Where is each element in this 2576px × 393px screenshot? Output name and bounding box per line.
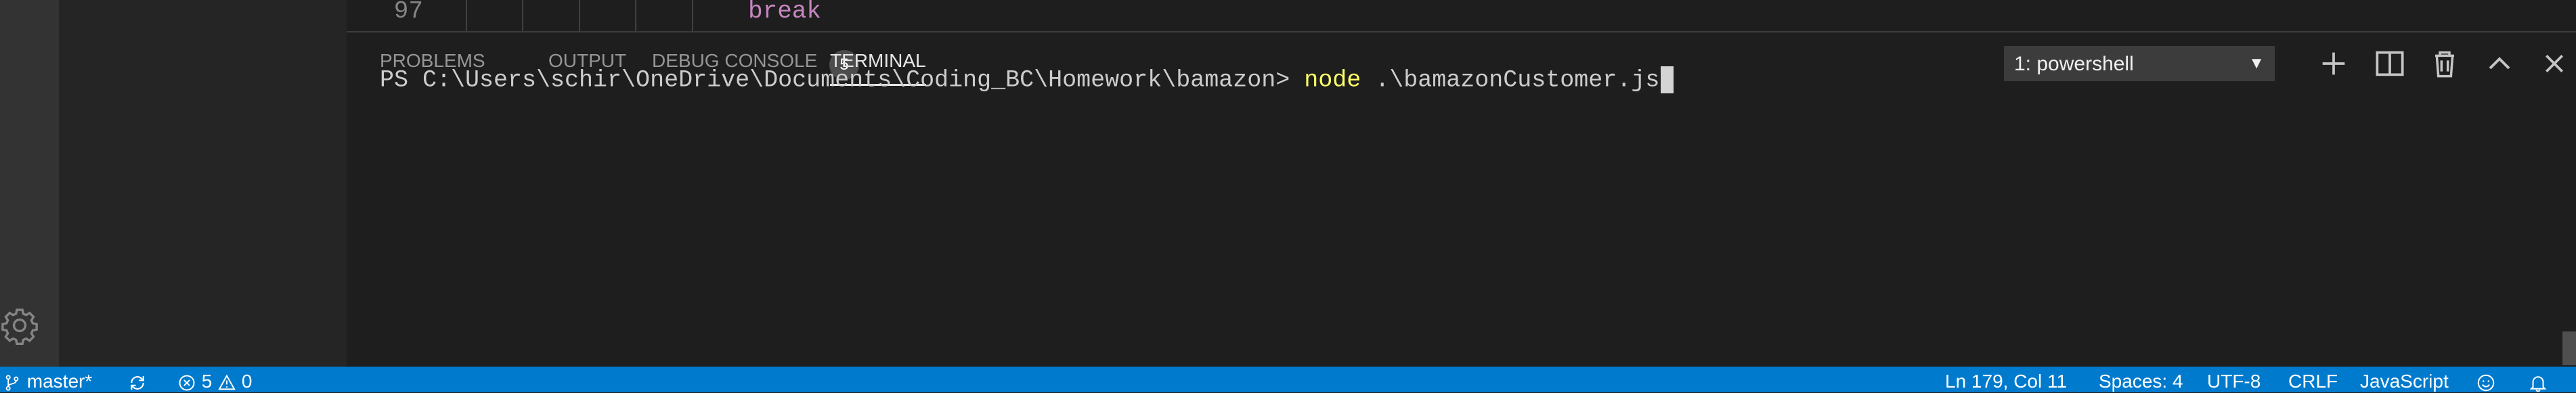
error-count: 5 (201, 371, 213, 392)
indent-guide (522, 0, 523, 31)
line-ending-setting[interactable]: CRLF (2288, 371, 2338, 392)
indent-guide (635, 0, 636, 31)
sync-icon[interactable] (127, 371, 148, 393)
language-mode[interactable]: JavaScript (2360, 371, 2449, 392)
close-panel-icon[interactable] (2535, 45, 2573, 83)
encoding-setting[interactable]: UTF-8 (2207, 371, 2261, 392)
indent-guide (466, 0, 467, 31)
terminal-command: node (1304, 66, 1361, 94)
cursor-position[interactable]: Ln 179, Col 11 (1945, 371, 2067, 392)
feedback-smiley-icon[interactable] (2476, 371, 2496, 393)
kill-terminal-icon[interactable] (2426, 45, 2464, 83)
code-keyword: break (748, 0, 822, 25)
warning-icon (217, 371, 236, 392)
error-icon (177, 371, 196, 392)
terminal-scrollbar[interactable] (2562, 331, 2576, 365)
terminal-output-line[interactable]: PS C:\Users\schir\OneDrive\Documents\Cod… (380, 66, 1674, 93)
git-branch-label: master* (26, 371, 93, 392)
editor-area[interactable] (347, 0, 2576, 31)
terminal-select[interactable]: 1: powershell ▼ (2004, 46, 2275, 81)
terminal-prompt: PS C:\Users\schir\OneDrive\Documents\Cod… (380, 66, 1305, 94)
git-branch-status[interactable]: master* (3, 371, 92, 392)
activity-bar (0, 0, 59, 367)
status-bar: master* 5 0 Ln 179, Col 11 Spaces: 4 UTF… (0, 367, 2576, 392)
git-branch-icon (3, 371, 22, 392)
chevron-down-icon: ▼ (2248, 54, 2265, 72)
indent-guide (579, 0, 580, 31)
maximize-panel-icon[interactable] (2481, 45, 2518, 83)
line-number: 97 (393, 0, 423, 25)
split-terminal-icon[interactable] (2371, 45, 2409, 83)
new-terminal-icon[interactable] (2315, 45, 2353, 83)
problems-status[interactable]: 5 0 (177, 371, 253, 392)
terminal-argument: .\bamazonCustomer.js (1361, 66, 1660, 94)
indent-guide (692, 0, 693, 31)
terminal-select-value: 1: powershell (2014, 53, 2134, 75)
warning-count: 0 (241, 371, 253, 392)
indentation-setting[interactable]: Spaces: 4 (2099, 371, 2183, 392)
notification-bell-icon[interactable] (2528, 371, 2548, 393)
settings-gear-icon[interactable] (0, 306, 39, 345)
sidebar (59, 0, 347, 367)
terminal-cursor (1661, 66, 1674, 93)
